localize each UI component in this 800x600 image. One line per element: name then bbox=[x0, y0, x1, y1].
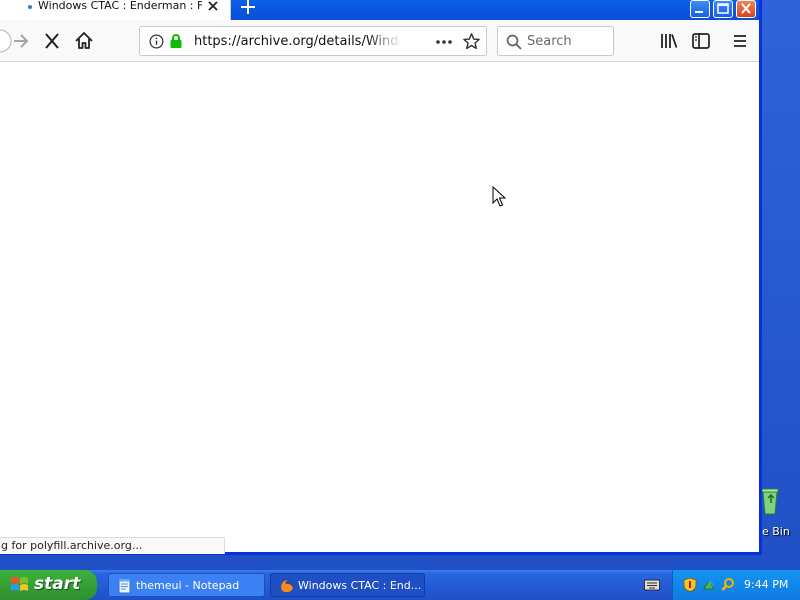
firefox-icon bbox=[280, 579, 294, 593]
keyboard-layout-icon[interactable] bbox=[644, 579, 660, 591]
search-input[interactable] bbox=[527, 33, 607, 50]
search-icon bbox=[506, 34, 522, 50]
clock[interactable]: 9:44 PM bbox=[744, 578, 788, 591]
taskbar-item-label: Windows CTAC : End... bbox=[298, 579, 422, 592]
sidebar-icon[interactable] bbox=[689, 29, 713, 53]
taskbar: start themeui - Notepad Windows CTAC : E… bbox=[0, 570, 800, 600]
maximize-icon bbox=[717, 3, 729, 14]
network-icon[interactable] bbox=[702, 577, 716, 592]
address-bar[interactable]: https://archive.org/details/Windows bbox=[139, 26, 487, 56]
maximize-button[interactable] bbox=[713, 0, 733, 18]
loading-indicator-icon bbox=[28, 5, 32, 9]
browser-tab[interactable]: Windows CTAC : Enderman : Free bbox=[0, 0, 231, 20]
mouse-cursor-icon bbox=[492, 186, 506, 207]
stop-loading-icon[interactable] bbox=[40, 29, 64, 53]
bookmark-star-icon[interactable] bbox=[462, 32, 481, 51]
search-box[interactable] bbox=[497, 26, 614, 56]
page-content bbox=[0, 63, 759, 540]
menu-icon[interactable] bbox=[728, 29, 752, 53]
new-tab-icon[interactable] bbox=[238, 0, 258, 17]
browser-window: Windows CTAC : Enderman : Free bbox=[0, 0, 762, 555]
minimize-button[interactable] bbox=[690, 0, 710, 18]
system-tray: 9:44 PM bbox=[672, 570, 800, 600]
home-icon[interactable] bbox=[72, 29, 96, 53]
recycle-bin-label: e Bin bbox=[762, 525, 790, 538]
close-tab-icon[interactable] bbox=[205, 0, 221, 14]
library-icon[interactable] bbox=[657, 29, 681, 53]
page-actions-icon[interactable] bbox=[434, 35, 454, 49]
url-fade bbox=[366, 29, 402, 53]
notepad-icon bbox=[118, 579, 131, 594]
start-label: start bbox=[34, 574, 81, 594]
recycle-bin[interactable]: e Bin bbox=[756, 484, 800, 544]
window-close-icon bbox=[741, 3, 751, 14]
recycle-bin-icon bbox=[761, 488, 779, 515]
taskbar-item-firefox[interactable]: Windows CTAC : End... bbox=[270, 573, 425, 597]
start-button[interactable]: start bbox=[0, 570, 97, 600]
site-info-icon[interactable] bbox=[149, 34, 164, 49]
tab-title: Windows CTAC : Enderman : Free bbox=[38, 0, 202, 12]
navigation-toolbar: https://archive.org/details/Windows bbox=[0, 20, 759, 62]
status-bar: g for polyfill.archive.org... bbox=[0, 537, 225, 554]
secure-lock-icon[interactable] bbox=[169, 33, 183, 49]
windows-flag-icon bbox=[11, 577, 28, 591]
window-close-button[interactable] bbox=[736, 0, 756, 18]
search-tray-icon[interactable] bbox=[721, 577, 735, 592]
tab-strip: Windows CTAC : Enderman : Free bbox=[0, 0, 759, 20]
security-shield-icon[interactable] bbox=[683, 577, 697, 592]
forward-icon[interactable] bbox=[9, 29, 33, 53]
taskbar-item-label: themeui - Notepad bbox=[136, 579, 240, 592]
taskbar-item-notepad[interactable]: themeui - Notepad bbox=[108, 573, 265, 597]
minimize-icon bbox=[695, 11, 703, 13]
